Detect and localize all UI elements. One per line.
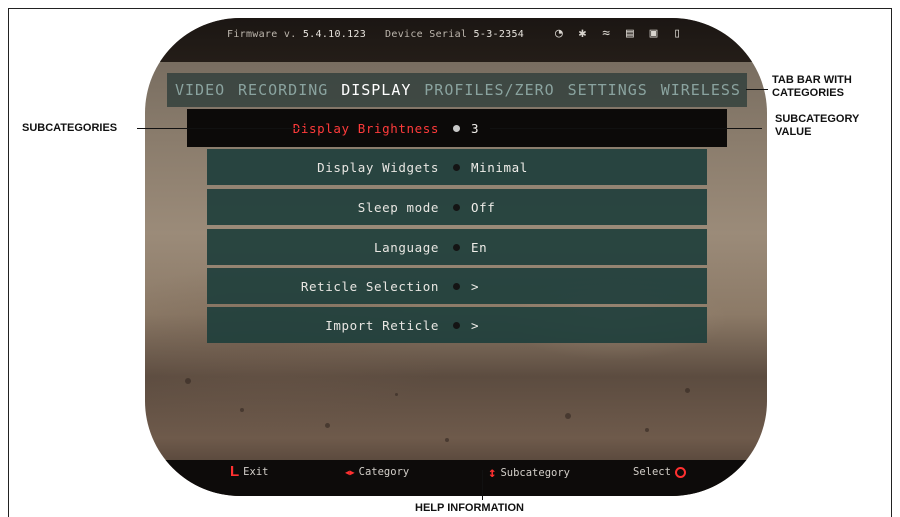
l-key-icon: L [230, 463, 240, 480]
tab-profiles-zero[interactable]: PROFILES/ZERO [424, 81, 554, 99]
menu-row-language[interactable]: Language En [207, 229, 707, 265]
ground-speck [445, 438, 449, 442]
scope-screen: Firmware v. 5.4.10.123 Device Serial 5-3… [145, 18, 767, 496]
menu-row-display-widgets[interactable]: Display Widgets Minimal [207, 149, 707, 185]
tab-wireless[interactable]: WIRELESS [661, 81, 741, 99]
row-label: Sleep mode [357, 199, 439, 215]
serial-value: 5-3-2354 [473, 29, 525, 40]
help-bar: L Exit ◀▶ Category ↕ Subcategory Select [145, 460, 767, 496]
select-ring-icon [674, 466, 686, 478]
tab-display[interactable]: DISPLAY [341, 81, 411, 99]
menu-row-sleep-mode[interactable]: Sleep mode Off [207, 189, 707, 225]
callout-help-information: HELP INFORMATION [415, 502, 524, 514]
callout-line-help-information [482, 470, 483, 500]
row-value: Off [471, 199, 496, 215]
row-value: Minimal [471, 159, 528, 175]
row-label: Display Widgets [317, 159, 439, 175]
row-separator-dot [453, 163, 460, 171]
tab-bar: VIDEO RECORDING DISPLAY PROFILES/ZERO SE… [167, 73, 747, 107]
firmware-label: Firmware v. [227, 29, 297, 40]
left-right-arrows-icon: ◀▶ [345, 467, 355, 477]
tab-settings[interactable]: SETTINGS [568, 81, 648, 99]
up-down-arrows-icon: ↕ [488, 465, 497, 481]
row-label: Language [373, 239, 439, 255]
ground-speck [185, 378, 191, 384]
row-separator-dot [453, 243, 460, 251]
ground-speck [240, 408, 244, 412]
help-subcategory-label: Subcategory [500, 467, 570, 479]
callout-subcategories: SUBCATEGORIES [22, 122, 118, 134]
ground-speck [645, 428, 649, 432]
device-info: Firmware v. 5.4.10.123 Device Serial 5-3… [227, 29, 524, 40]
callout-line-subcategory-value [490, 128, 762, 129]
menu-row-reticle-selection[interactable]: Reticle Selection > [207, 268, 707, 304]
row-label: Import Reticle [325, 317, 439, 333]
status-icons: ◔ ✱ ≈ ▤ ▣ ▯ [555, 26, 686, 41]
help-subcategory: ↕ Subcategory [488, 465, 570, 481]
ground-speck [565, 413, 571, 419]
ground-speck [395, 393, 398, 396]
tab-video[interactable]: VIDEO [175, 81, 225, 99]
help-category: ◀▶ Category [345, 466, 409, 478]
tab-recording[interactable]: RECORDING [238, 81, 328, 99]
callout-tab-bar-line2: CATEGORIES [772, 87, 844, 99]
status-bar: Firmware v. 5.4.10.123 Device Serial 5-3… [145, 18, 767, 62]
callout-tab-bar-line1: TAB BAR WITH [772, 74, 852, 86]
row-separator-dot [453, 321, 460, 329]
menu-row-import-reticle[interactable]: Import Reticle > [207, 307, 707, 343]
help-exit: L Exit [230, 463, 268, 480]
row-label: Display Brightness [292, 120, 439, 136]
help-select-label: Select [633, 466, 671, 478]
serial-label: Device Serial [385, 29, 468, 40]
help-exit-label: Exit [243, 465, 269, 478]
ground-speck [685, 388, 690, 393]
row-separator-dot [453, 124, 460, 132]
row-value: 3 [471, 120, 480, 136]
row-separator-dot [453, 203, 460, 211]
help-select: Select [633, 466, 686, 478]
ground-speck [325, 423, 330, 428]
callout-tab-bar: TAB BAR WITH CATEGORIES [772, 74, 852, 100]
help-category-label: Category [358, 466, 410, 478]
callout-line-tab-bar [746, 89, 768, 90]
callout-subcategory-value-line2: VALUE [775, 126, 812, 138]
callout-subcategory-value: SUBCATEGORY VALUE [775, 113, 859, 139]
row-value: En [471, 239, 488, 255]
row-value: > [471, 278, 480, 294]
callout-subcategory-value-line1: SUBCATEGORY [775, 113, 860, 125]
row-separator-dot [453, 282, 460, 290]
row-value: > [471, 317, 480, 333]
callout-line-subcategories [137, 128, 305, 129]
firmware-version: 5.4.10.123 [302, 29, 367, 40]
row-label: Reticle Selection [300, 278, 439, 294]
